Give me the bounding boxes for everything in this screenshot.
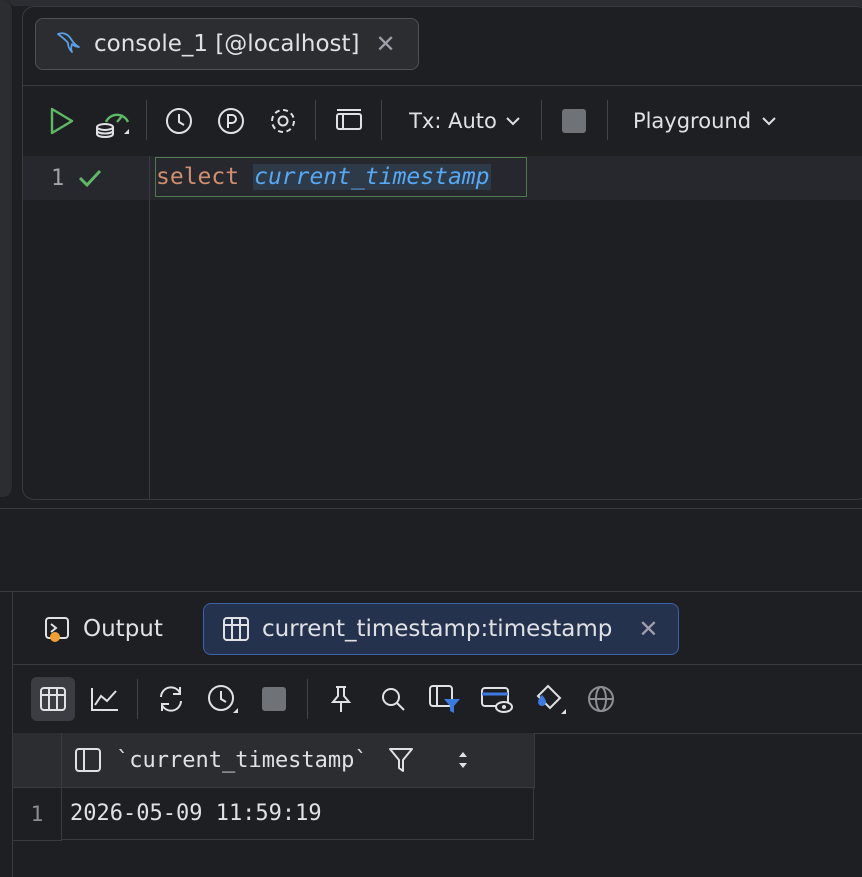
panel-splitter-area [0, 508, 862, 591]
output-tab[interactable]: Output [43, 606, 163, 652]
grid-corner[interactable] [13, 733, 62, 788]
color-rows-button[interactable] [531, 665, 569, 733]
console-tab[interactable]: console_1 [@localhost] ✕ [35, 18, 419, 70]
table-view-button[interactable] [31, 677, 75, 721]
pin-tab-button[interactable] [323, 665, 359, 733]
console-editor-panel: console_1 [@localhost] ✕ Tx: Auto Playgr… [22, 6, 862, 500]
table-cell[interactable]: 2026-05-09 11:59:19 [62, 788, 534, 840]
table-icon [223, 617, 249, 641]
chevron-down-icon [762, 117, 776, 126]
toolbar-separator [146, 100, 147, 140]
column-icon [75, 748, 101, 772]
pin-icon [330, 686, 352, 712]
toolbar-separator [137, 679, 138, 719]
view-data-button[interactable] [479, 665, 515, 733]
toolbar-separator [315, 100, 316, 140]
chart-view-button[interactable] [87, 665, 123, 733]
playground-dropdown[interactable]: Playground [629, 86, 781, 156]
output-tab-label: Output [83, 616, 163, 642]
clock-icon [208, 685, 238, 713]
table-icon [40, 687, 66, 711]
transaction-mode-label: Tx: Auto [409, 109, 497, 133]
mysql-dolphin-icon [54, 28, 82, 60]
toolbar-separator [607, 100, 608, 140]
explain-plan-button[interactable] [93, 86, 133, 156]
close-icon[interactable]: ✕ [376, 30, 396, 58]
panel-layout-icon [336, 109, 362, 130]
results-panel: Output current_timestamp:timestamp ✕ `cu… [0, 591, 862, 877]
sql-statement[interactable]: select current_timestamp [155, 157, 527, 197]
left-side-panel-edge [0, 0, 13, 497]
parameters-button[interactable] [213, 86, 249, 156]
console-tab-label: console_1 [@localhost] [94, 31, 360, 57]
transaction-mode-dropdown[interactable]: Tx: Auto [405, 86, 525, 156]
console-output-icon [45, 617, 69, 642]
results-grid: `current_timestamp` 1 2026-05-09 11:59:1… [12, 733, 862, 877]
settings-button[interactable] [265, 86, 301, 156]
search-icon [382, 688, 405, 711]
line-number: 1 [51, 166, 65, 191]
refresh-button[interactable] [153, 665, 189, 733]
results-toolbar [12, 665, 862, 734]
sql-function: current_timestamp [253, 164, 491, 190]
result-tab[interactable]: current_timestamp:timestamp ✕ [203, 603, 679, 655]
stop-icon [262, 687, 286, 711]
editor-gutter [23, 156, 150, 499]
toolbar-separator [307, 679, 308, 719]
stop-icon [562, 109, 586, 133]
parameter-p-icon [218, 108, 244, 134]
stop-button[interactable] [559, 86, 589, 156]
paint-bucket-icon [536, 684, 566, 714]
row-number[interactable]: 1 [13, 788, 62, 841]
checkmark-icon [77, 167, 103, 193]
play-icon [50, 107, 74, 135]
gear-icon [271, 109, 295, 133]
editor-tab-bar: console_1 [@localhost] ✕ [23, 7, 862, 86]
close-icon[interactable]: ✕ [638, 615, 658, 643]
database-gauge-icon [96, 113, 130, 138]
execute-button[interactable] [43, 86, 79, 156]
results-tab-bar: Output current_timestamp:timestamp ✕ [12, 592, 862, 665]
filter-icon [388, 748, 413, 772]
history-button[interactable] [161, 86, 197, 156]
playground-label: Playground [632, 109, 752, 133]
column-header-label: `current_timestamp` [116, 747, 368, 773]
line-chart-icon [91, 688, 118, 711]
auto-refresh-button[interactable] [205, 665, 241, 733]
clock-icon [166, 108, 192, 134]
table-filter-icon [429, 685, 460, 713]
sort-icon [458, 752, 467, 768]
toolbar-separator [381, 100, 382, 140]
editor-toolbar: Tx: Auto Playground [23, 86, 862, 157]
globe-icon [588, 686, 614, 712]
card-eye-icon [481, 687, 513, 713]
toolbar-separator [541, 100, 542, 140]
chevron-down-icon [506, 117, 520, 126]
sql-keyword: select [156, 164, 240, 190]
web-view-button[interactable] [583, 665, 619, 733]
layout-button[interactable] [331, 86, 367, 156]
result-tab-label: current_timestamp:timestamp [262, 616, 613, 642]
cancel-query-button[interactable] [259, 665, 289, 733]
column-header[interactable]: `current_timestamp` [62, 733, 535, 788]
refresh-icon [160, 686, 182, 712]
filter-columns-button[interactable] [427, 665, 463, 733]
search-button[interactable] [375, 665, 411, 733]
